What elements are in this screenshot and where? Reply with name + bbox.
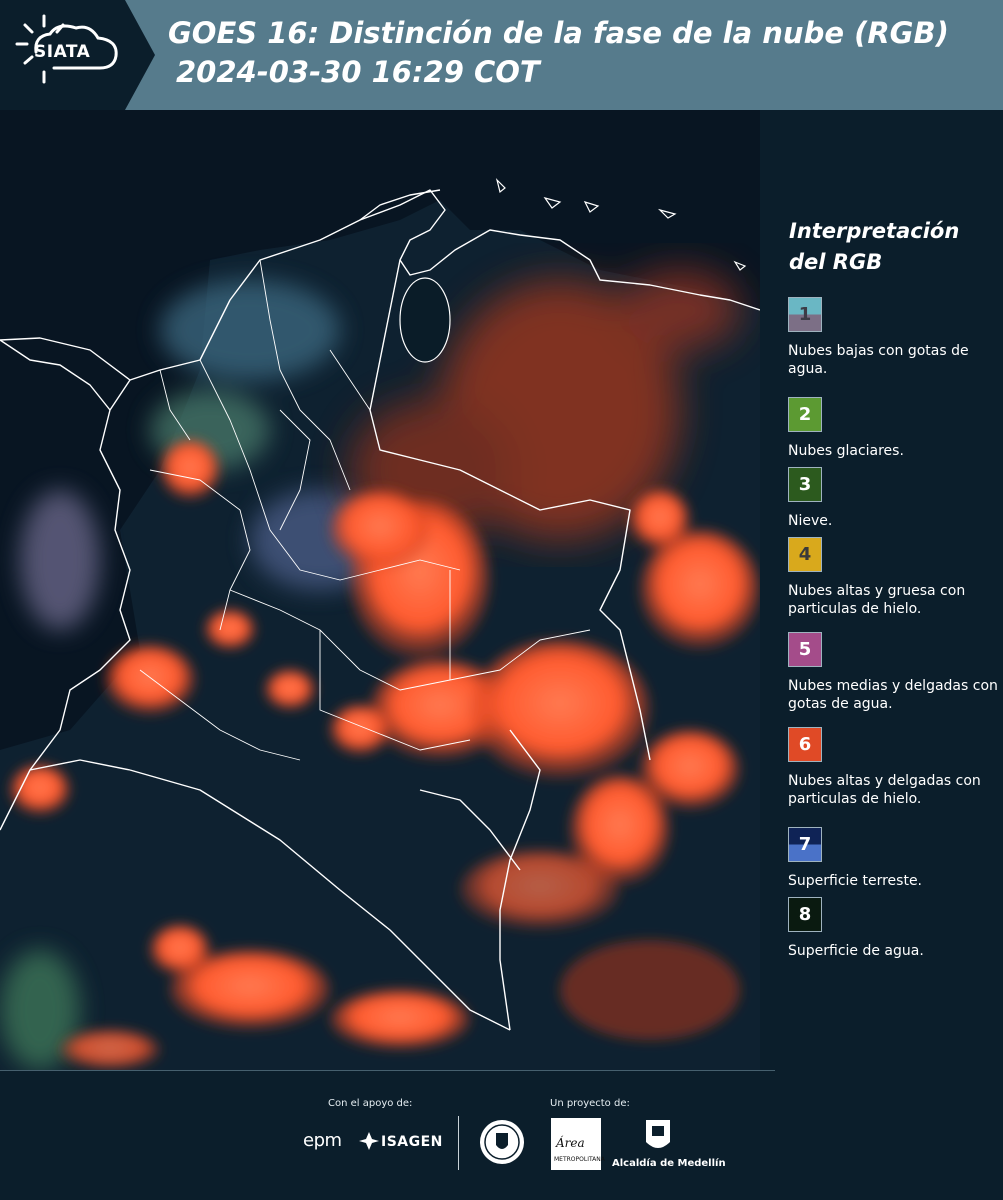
- legend-title-line2: del RGB: [789, 250, 883, 274]
- legend-label: Nubes bajas con gotas de agua.: [788, 343, 969, 377]
- legend-item: 4 Nubes altas y gruesa con particulas de …: [788, 537, 998, 618]
- logo-tab-arrow: [125, 0, 155, 110]
- legend-label: Superficie de agua.: [788, 943, 924, 959]
- legend-item: 8 Superficie de agua.: [788, 897, 998, 960]
- satellite-rgb-map: [0, 110, 760, 1070]
- area-metropolitana-sub: METROPOLITANA: [554, 1156, 605, 1163]
- legend-swatch: 7: [788, 827, 822, 862]
- legend-number: 8: [798, 904, 812, 925]
- legend-item: 5 Nubes medias y delgadas con gotas de ag…: [788, 632, 998, 713]
- legend-label: Nubes medias y delgadas con gotas de agu…: [788, 678, 998, 712]
- legend-label: Nubes altas y delgadas con particulas de…: [788, 773, 981, 807]
- isagen-logo: ISAGEN: [381, 1134, 443, 1150]
- page-title: GOES 16: Distinción de la fase de la nub…: [168, 16, 949, 50]
- legend-number: 2: [798, 404, 812, 425]
- page-timestamp: 2024-03-30 16:29 COT: [176, 55, 540, 89]
- isagen-logo-icon: [359, 1132, 379, 1150]
- project-label: Un proyecto de:: [550, 1098, 630, 1109]
- legend-label: Nubes altas y gruesa con particulas de h…: [788, 583, 966, 617]
- legend-swatch: 5: [788, 632, 822, 667]
- area-metropolitana-name: Área: [556, 1136, 585, 1150]
- legend-swatch: 1: [788, 297, 822, 332]
- legend-number: 4: [798, 544, 812, 565]
- legend-label: Superficie terreste.: [788, 873, 923, 889]
- siata-logo-text: SIATA: [34, 42, 91, 62]
- legend-number: 3: [798, 474, 812, 495]
- map-canvas: [0, 110, 760, 1070]
- legend-item: 7 Superficie terreste.: [788, 827, 998, 890]
- alcaldia-medellin-shield-icon: [646, 1120, 670, 1148]
- legend-swatch: 3: [788, 467, 822, 502]
- legend-swatch: 8: [788, 897, 822, 932]
- rgb-legend-panel: Interpretación del RGB 1 Nubes bajas con …: [760, 110, 1003, 1070]
- legend-label: Nieve.: [788, 513, 833, 529]
- legend-swatch: 6: [788, 727, 822, 762]
- legend-item: 1 Nubes bajas con gotas de agua.: [788, 297, 998, 378]
- legend-swatch: 4: [788, 537, 822, 572]
- legend-number: 7: [798, 834, 812, 855]
- footer-divider-line: [0, 1070, 775, 1071]
- legend-item: 6 Nubes altas y delgadas con particulas d…: [788, 727, 998, 808]
- alcaldia-medellin-label: Alcaldía de Medellín: [612, 1158, 726, 1169]
- legend-title: Interpretación del RGB: [789, 216, 959, 278]
- support-label: Con el apoyo de:: [328, 1098, 413, 1109]
- legend-title-line1: Interpretación: [789, 219, 960, 243]
- header-bar: SIATA GOES 16: Distinción de la fase de …: [0, 0, 1003, 110]
- legend-item: 2 Nubes glaciares.: [788, 397, 998, 460]
- footer-divider: [458, 1116, 459, 1170]
- epm-logo: epm: [303, 1130, 342, 1151]
- legend-number: 1: [798, 304, 812, 325]
- legend-number: 6: [798, 734, 812, 755]
- footer-bar: Con el apoyo de: Un proyecto de: epm ISA…: [0, 1070, 1003, 1200]
- medellin-seal-icon: [480, 1120, 524, 1164]
- legend-number: 5: [798, 639, 812, 660]
- legend-swatch: 2: [788, 397, 822, 432]
- legend-item: 3 Nieve.: [788, 467, 998, 530]
- legend-label: Nubes glaciares.: [788, 443, 904, 459]
